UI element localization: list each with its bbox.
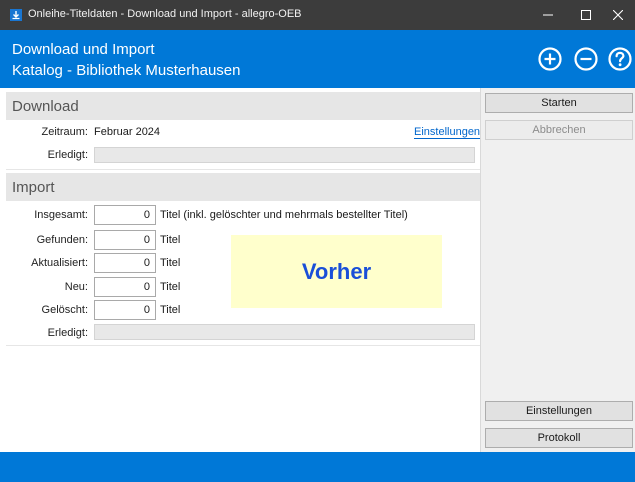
page-subtitle: Katalog - Bibliothek Musterhausen [12, 62, 241, 79]
gefunden-unit: Titel [160, 234, 181, 246]
settings-button[interactable]: Einstellungen [485, 401, 633, 421]
page-header: Download und Import Katalog - Bibliothek… [0, 30, 635, 88]
vorher-note-text: Vorher [301, 258, 372, 284]
insgesamt-unit: Titel (inkl. gelöschter und mehrmals bes… [160, 209, 408, 221]
geloescht-label: Gelöscht: [41, 304, 88, 316]
start-button[interactable]: Starten [485, 93, 633, 113]
geloescht-unit: Titel [160, 304, 181, 316]
cancel-button[interactable]: Abbrechen [485, 120, 633, 140]
download-settings-link[interactable]: Einstellungen [414, 126, 481, 139]
aktualisiert-unit: Titel [160, 257, 181, 269]
status-footer [0, 452, 635, 482]
import-progress-bar [94, 324, 475, 340]
insgesamt-label: Insgesamt: [34, 209, 88, 221]
import-erledigt-label: Erledigt: [47, 327, 88, 339]
log-button[interactable]: Protokoll [485, 428, 633, 448]
minimize-button[interactable] [529, 0, 567, 30]
download-section-header: Download [6, 92, 480, 120]
window-titlebar: Onleihe-Titeldaten - Download und Import… [0, 0, 635, 30]
minus-circle-icon[interactable] [573, 46, 599, 72]
close-button[interactable] [599, 0, 635, 30]
app-download-icon [10, 9, 22, 21]
vorher-note: Vorher [231, 235, 442, 308]
aktualisiert-field[interactable]: 0 [94, 253, 156, 273]
insgesamt-field[interactable]: 0 [94, 205, 156, 225]
aktualisiert-label: Aktualisiert: [31, 257, 88, 269]
gefunden-label: Gefunden: [36, 234, 88, 246]
zeitraum-value: Februar 2024 [94, 126, 161, 138]
neu-field[interactable]: 0 [94, 277, 156, 297]
gefunden-field[interactable]: 0 [94, 230, 156, 250]
section-divider [6, 345, 480, 346]
import-section-header: Import [6, 173, 480, 201]
neu-label: Neu: [64, 281, 88, 293]
plus-circle-icon[interactable] [537, 46, 563, 72]
action-sidebar: Starten Abbrechen Einstellungen Protokol… [480, 88, 635, 452]
zeitraum-label: Zeitraum: [41, 126, 88, 138]
download-progress-bar [94, 147, 475, 163]
window-title: Onleihe-Titeldaten - Download und Import… [28, 8, 302, 20]
section-divider [6, 169, 480, 170]
page-title: Download und Import [12, 41, 155, 58]
help-circle-icon[interactable] [607, 46, 633, 72]
neu-unit: Titel [160, 281, 181, 293]
download-erledigt-label: Erledigt: [47, 149, 88, 161]
geloescht-field[interactable]: 0 [94, 300, 156, 320]
